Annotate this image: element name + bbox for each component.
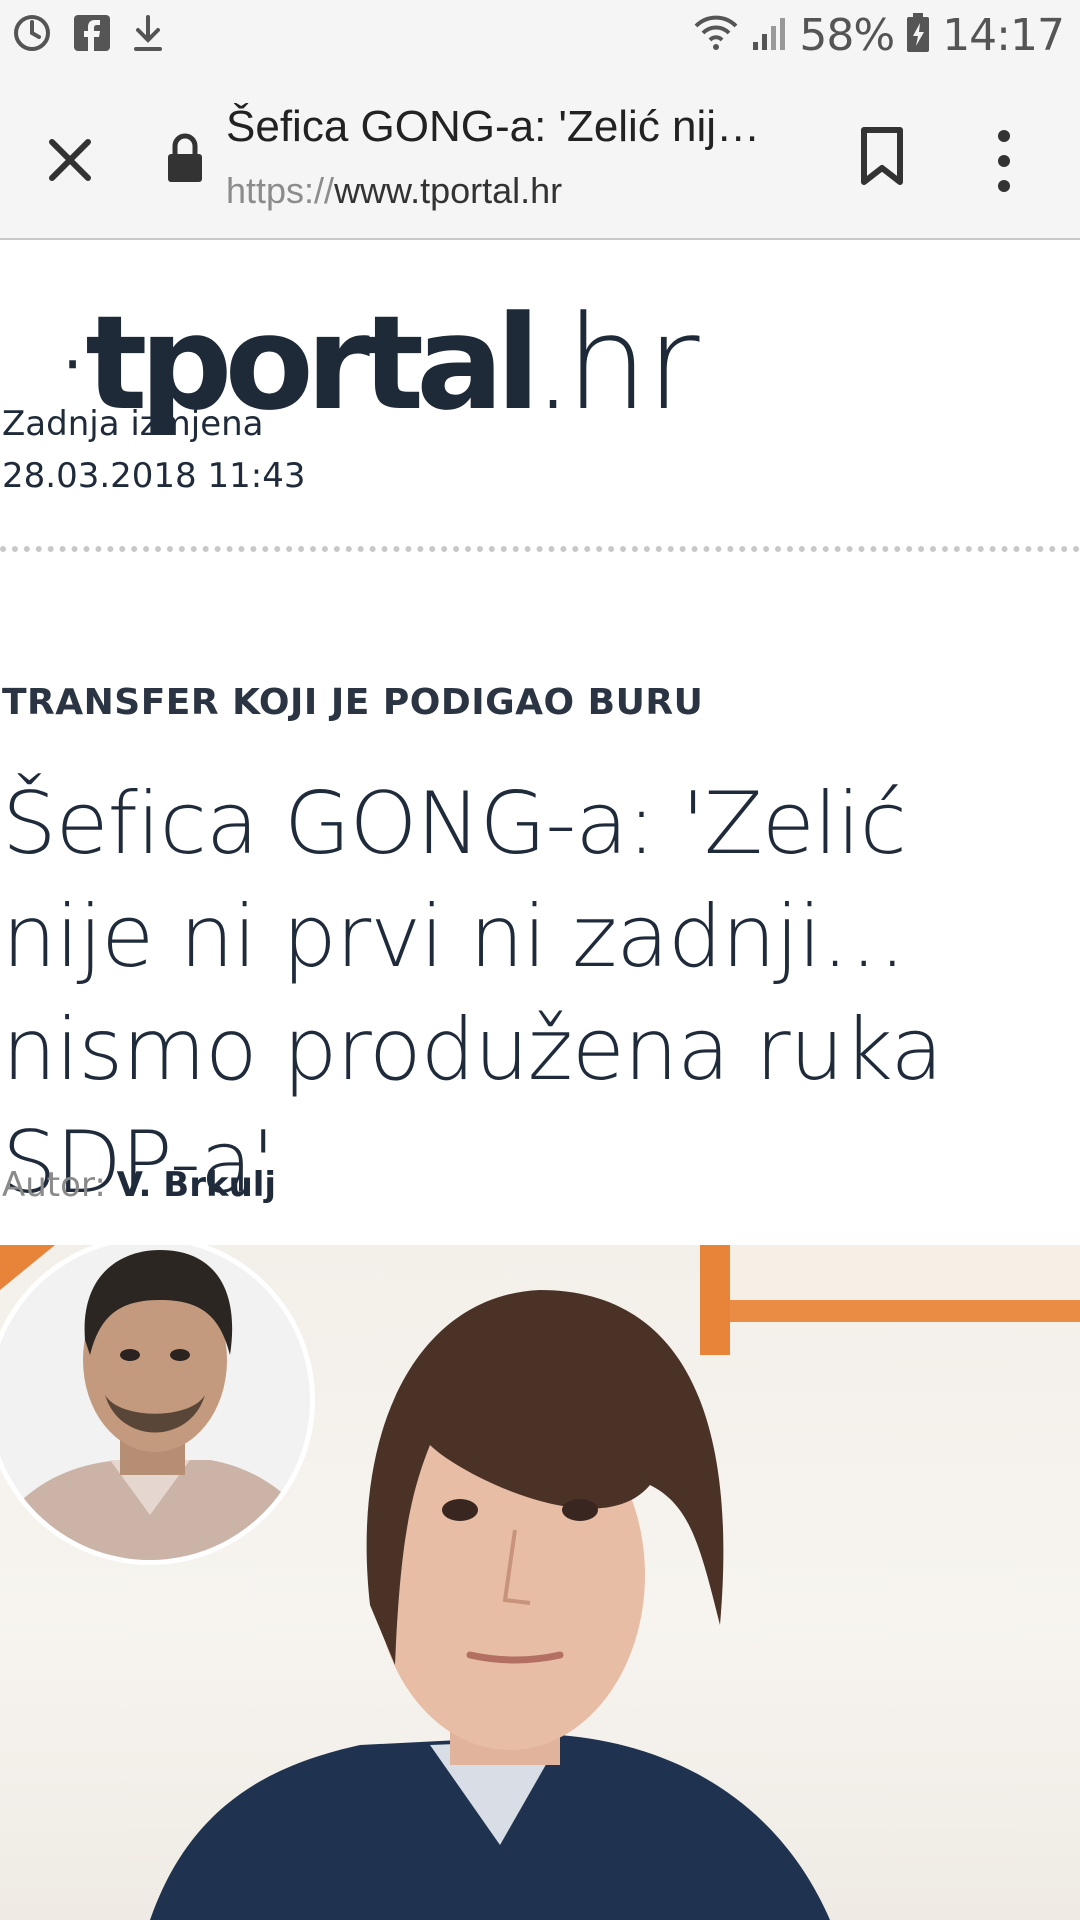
signal-icon <box>751 14 787 57</box>
wifi-icon <box>693 14 739 57</box>
article-kicker: TRANSFER KOJI JE PODIGAO BURU <box>2 682 704 723</box>
more-vert-icon[interactable] <box>992 126 1016 196</box>
author-name[interactable]: V. Brkulj <box>117 1165 277 1205</box>
last-modified-date: Zadnja izmjena 28.03.2018 11:43 <box>2 404 306 496</box>
lock-icon[interactable] <box>165 132 205 184</box>
url-bar[interactable]: https://www.tportal.hr <box>226 170 562 212</box>
bookmark-icon[interactable] <box>858 126 906 188</box>
sync-icon <box>12 13 52 58</box>
battery-charging-icon <box>906 12 930 58</box>
article-byline: Autor: V. Brkulj <box>2 1165 276 1205</box>
url-scheme: https:// <box>226 170 335 211</box>
url-host: www.tportal.hr <box>334 170 563 211</box>
article-hero-image[interactable] <box>0 1245 1080 1920</box>
status-right: 58% 14:17 <box>693 9 1065 61</box>
status-left <box>12 13 164 58</box>
download-icon <box>132 13 164 58</box>
tab-title[interactable]: Šefica GONG-a: 'Zelić nij… <box>226 102 786 152</box>
logo-tld: hr <box>565 287 700 439</box>
status-bar: 58% 14:17 <box>0 0 1080 70</box>
browser-toolbar: Šefica GONG-a: 'Zelić nij… https://www.t… <box>0 70 1080 240</box>
article-headline: Šefica GONG-a: 'Zelić nije ni prvi ni za… <box>2 774 943 1213</box>
close-icon[interactable] <box>40 130 100 190</box>
clock: 14:17 <box>942 9 1065 61</box>
divider <box>0 546 1080 552</box>
facebook-icon <box>74 14 110 56</box>
author-label: Autor: <box>2 1165 106 1205</box>
logo-dot-separator: . <box>532 287 573 439</box>
battery-percent: 58% <box>799 9 895 61</box>
